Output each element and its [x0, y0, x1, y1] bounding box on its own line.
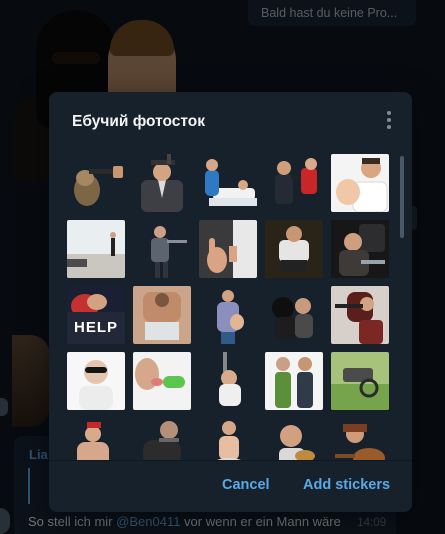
- sticker-man-on-couch[interactable]: [265, 220, 323, 278]
- sticker-grid: HELP: [67, 154, 397, 460]
- more-vertical-icon[interactable]: [380, 108, 398, 132]
- sticker-man-walking-beach[interactable]: [67, 220, 125, 278]
- sticker-pregnant-woman[interactable]: [199, 286, 257, 344]
- dialog-footer: Cancel Add stickers: [49, 460, 412, 512]
- sticker-tongue-cactus[interactable]: [133, 352, 191, 410]
- sticker-hand-taking-money[interactable]: [199, 220, 257, 278]
- app-window: Bald hast du keine Pro... Lia So stell i…: [0, 0, 445, 534]
- cancel-button[interactable]: Cancel: [222, 477, 270, 493]
- dialog-title: Ебучий фотосток: [72, 113, 206, 130]
- scrollbar-thumb[interactable]: [400, 156, 404, 238]
- sticker-couple-talking[interactable]: [265, 352, 323, 410]
- sticker-set-dialog: Ебучий фотосток HELP Cancel Add stickers: [49, 92, 412, 512]
- sticker-man-at-laptop[interactable]: [133, 286, 191, 344]
- sticker-woman-pointing-gun[interactable]: [331, 286, 389, 344]
- sticker-woman-with-guitar[interactable]: [331, 418, 389, 460]
- sticker-man-with-hammer[interactable]: [133, 220, 191, 278]
- sticker-man-with-gun-and-woman[interactable]: [265, 154, 323, 212]
- sticker-scale-woman[interactable]: [199, 352, 257, 410]
- sticker-masked-robber[interactable]: [265, 286, 323, 344]
- sticker-old-woman-sunglasses[interactable]: [67, 352, 125, 410]
- sticker-wheelchair-on-grass[interactable]: [331, 352, 389, 410]
- sticker-help-text[interactable]: HELP: [67, 286, 125, 344]
- sticker-dog-with-gun[interactable]: [67, 154, 125, 212]
- sticker-woman-at-laptop[interactable]: [331, 220, 389, 278]
- sticker-man-with-mask[interactable]: [133, 418, 191, 460]
- sticker-woman-on-knee[interactable]: [199, 418, 257, 460]
- sticker-man-in-suit-with-gun[interactable]: [133, 154, 191, 212]
- sticker-help-caption: HELP: [73, 319, 118, 336]
- sticker-nurse-with-patient[interactable]: [199, 154, 257, 212]
- sticker-man-holding-baby[interactable]: [331, 154, 389, 212]
- sticker-grid-scrollbar[interactable]: [400, 156, 404, 452]
- sticker-woman-in-bathtub[interactable]: [67, 418, 125, 460]
- add-stickers-button[interactable]: Add stickers: [303, 477, 390, 493]
- sticker-man-eating-burger[interactable]: [265, 418, 323, 460]
